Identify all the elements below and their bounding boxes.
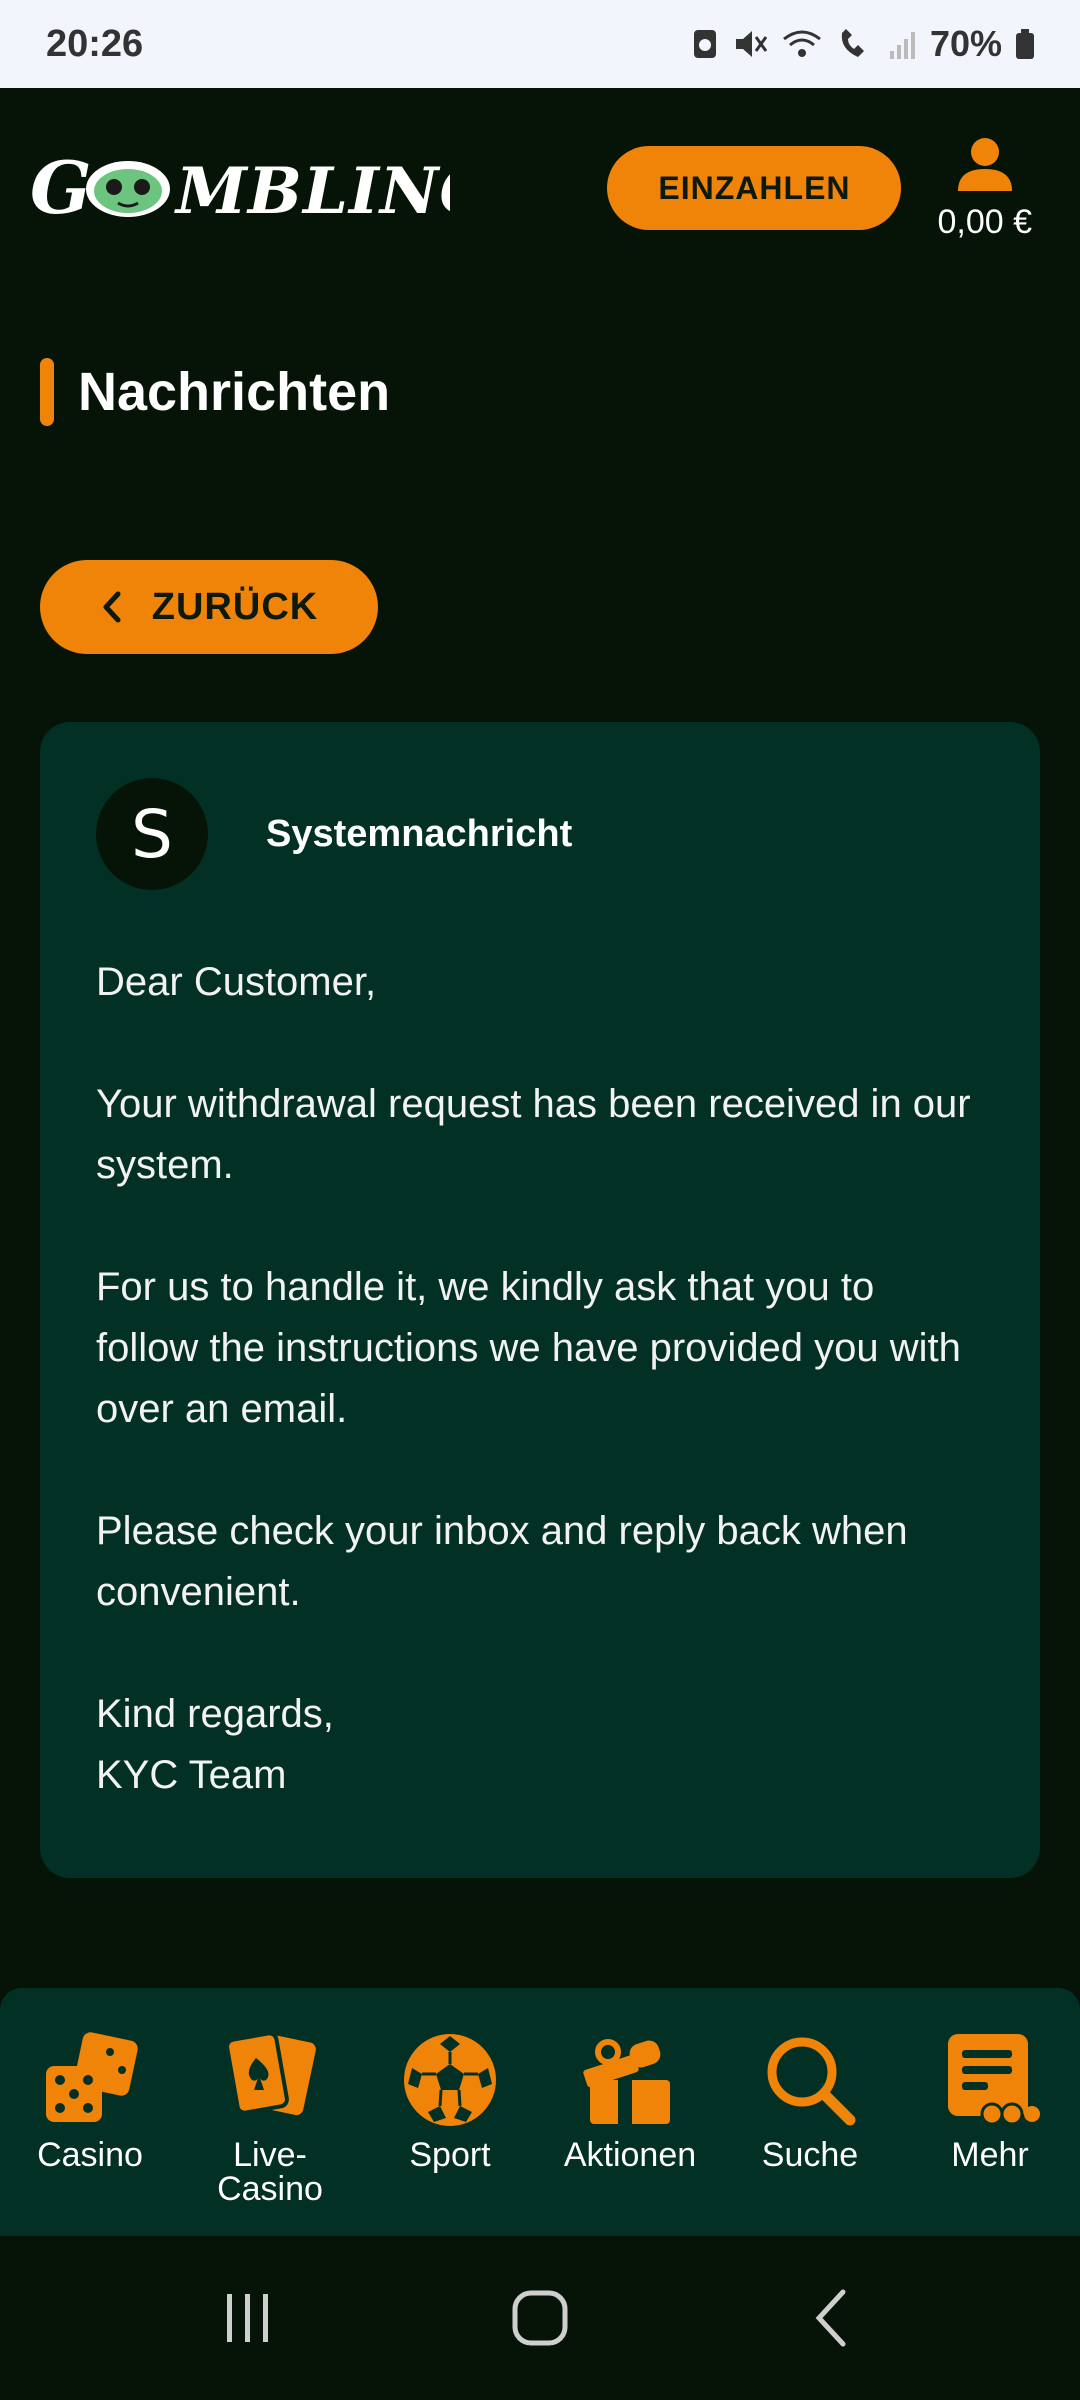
nav-label-sport: Sport (409, 2136, 491, 2174)
deposit-button[interactable]: EINZAHLEN (607, 146, 902, 230)
page-title: Nachrichten (78, 362, 391, 422)
title-accent-bar (40, 358, 54, 426)
message-greeting: Dear Customer, (96, 960, 377, 1004)
message-body: Dear Customer, Your withdrawal request h… (96, 952, 984, 1806)
recent-apps-icon[interactable] (217, 2288, 277, 2348)
back-nav-icon[interactable] (803, 2288, 863, 2348)
dice-icon (46, 2032, 138, 2122)
nav-item-sport[interactable]: Sport (360, 2028, 540, 2172)
message-paragraph: Your withdrawal request has been receive… (96, 1082, 971, 1187)
user-icon (957, 137, 1012, 191)
wifi-icon (783, 30, 821, 57)
nav-item-casino[interactable]: Casino (0, 2028, 180, 2172)
search-icon (767, 2037, 856, 2126)
status-icons: 70% (690, 23, 1036, 65)
message-header: S Systemnachricht (96, 778, 984, 890)
nav-item-live-casino[interactable]: Live-Casino (180, 2028, 360, 2206)
account-balance: 0,00 € (937, 202, 1032, 241)
message-closing: Kind regards, (96, 1692, 334, 1736)
page-title-row: Nachrichten (40, 358, 390, 426)
gomblingo-logo[interactable]: G MBLINGO (30, 143, 450, 233)
back-button-label: ZURÜCK (151, 585, 319, 628)
sender-avatar: S (96, 778, 208, 890)
battery-percent: 70% (929, 23, 1002, 64)
sim-icon (693, 30, 716, 58)
nav-item-suche[interactable]: Suche (720, 2028, 900, 2172)
logo-wordmark: G MBLINGO (30, 145, 450, 230)
sender-name: Systemnachricht (266, 812, 573, 855)
nav-item-aktionen[interactable]: Aktionen (540, 2028, 720, 2172)
gift-icon (583, 2039, 670, 2124)
home-icon[interactable] (510, 2288, 570, 2348)
more-icon (948, 2034, 1040, 2126)
cards-icon (225, 2031, 316, 2116)
battery-icon (1016, 29, 1034, 59)
message-card: S Systemnachricht Dear Customer, Your wi… (40, 722, 1040, 1878)
nav-label-casino: Casino (37, 2136, 143, 2174)
chevron-left-icon (103, 591, 121, 623)
svg-text:MBLINGO: MBLINGO (174, 154, 450, 229)
nav-item-mehr[interactable]: Mehr (900, 2028, 1080, 2172)
status-time: 20:26 (46, 22, 144, 65)
message-paragraph: Please check your inbox and reply back w… (96, 1509, 908, 1614)
soccer-ball-icon (404, 2034, 496, 2126)
status-bar: 20:26 70% (0, 0, 1080, 88)
message-paragraph: For us to handle it, we kindly ask that … (96, 1265, 961, 1431)
nav-label-aktionen: Aktionen (563, 2136, 697, 2174)
back-button[interactable]: ZURÜCK (40, 560, 378, 654)
nav-label-mehr: Mehr (951, 2136, 1029, 2174)
account-button[interactable]: 0,00 € (937, 135, 1032, 242)
site-header: G MBLINGO EINZAHLEN 0,00 € (0, 88, 1080, 288)
mute-icon (735, 31, 768, 57)
signal-icon (889, 32, 915, 59)
wifi-call-icon (841, 29, 864, 57)
message-signature: KYC Team (96, 1753, 287, 1797)
nav-label-live-casino: Live-Casino (217, 2136, 323, 2208)
system-navigation-bar (0, 2236, 1080, 2400)
nav-label-suche: Suche (761, 2136, 859, 2174)
bottom-navigation: Casino Live-Casino Sport Aktionen Suche … (0, 1988, 1080, 2236)
svg-text:G: G (30, 145, 93, 230)
